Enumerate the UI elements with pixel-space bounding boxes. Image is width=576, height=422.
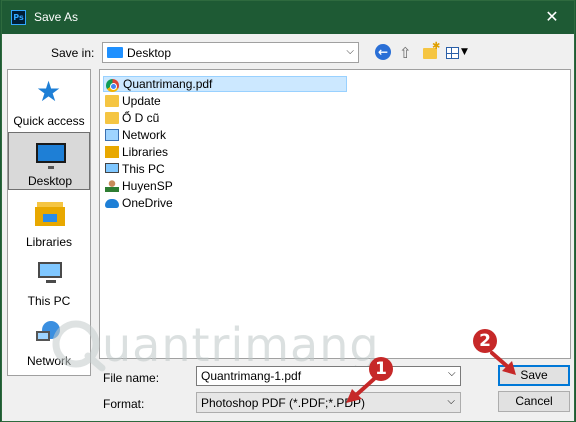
chevron-down-icon[interactable]: ⌵ [448, 368, 456, 379]
back-arrow-icon: ← [375, 44, 391, 60]
photoshop-app-icon: Ps [11, 10, 26, 25]
folder-icon [105, 95, 119, 107]
desktop-folder-icon [107, 47, 123, 58]
list-item[interactable]: Ổ D cũ [103, 110, 159, 126]
sparkle-icon: ✱ [432, 41, 441, 52]
network-icon [105, 129, 119, 141]
window-title: Save As [34, 10, 79, 24]
computer-icon [38, 262, 62, 283]
file-name: OneDrive [122, 196, 173, 210]
list-item[interactable]: Update [103, 93, 161, 109]
file-name: Network [122, 128, 167, 142]
star-icon: ★ [36, 75, 62, 108]
list-item[interactable]: OneDrive [103, 195, 173, 211]
desktop-icon [36, 143, 66, 169]
file-name-input[interactable] [196, 366, 461, 386]
back-button[interactable]: ← [375, 44, 393, 62]
libraries-icon [105, 146, 119, 158]
list-item[interactable]: Network [103, 127, 166, 143]
close-button[interactable]: ✕ [540, 7, 564, 27]
dropdown-arrow-icon: ▼ [461, 47, 468, 57]
save-in-dropdown[interactable]: Desktop ⌵ [102, 42, 359, 63]
place-this-pc[interactable]: This PC [8, 253, 90, 311]
file-name: Libraries [122, 145, 169, 159]
file-name-label: File name: [103, 371, 160, 385]
save-in-value: Desktop [127, 46, 172, 60]
title-bar: Ps Save As ✕ [2, 1, 574, 34]
file-name: This PC [122, 162, 165, 176]
place-label: Quick access [13, 114, 85, 128]
chevron-down-icon: ⌵ [447, 396, 455, 407]
annotation-arrow-1 [346, 377, 376, 403]
format-value: Photoshop PDF (*.PDF;*.PDP) [201, 396, 366, 410]
annotation-arrow-2 [490, 351, 516, 375]
view-grid-icon [446, 47, 459, 59]
folder-icon [105, 112, 119, 124]
chrome-pdf-icon [106, 79, 119, 92]
file-name: Ổ D cũ [122, 111, 160, 125]
place-label: Libraries [25, 235, 73, 249]
save-in-label: Save in: [51, 46, 95, 60]
view-menu-button[interactable]: ▼ [446, 44, 472, 62]
file-name: HuyenSP [122, 179, 173, 193]
up-folder-icon: ⇧ [399, 44, 412, 62]
cancel-button[interactable]: Cancel [498, 391, 570, 412]
list-item[interactable]: This PC [103, 161, 165, 177]
watermark-q-icon [52, 320, 106, 372]
up-one-level-button[interactable]: ⇧ [399, 44, 417, 62]
place-libraries[interactable]: Libraries [8, 194, 90, 252]
place-label: This PC [27, 294, 71, 308]
list-item[interactable]: Quantrimang.pdf [103, 76, 347, 92]
chevron-down-icon: ⌵ [346, 46, 354, 57]
place-desktop[interactable]: Desktop [8, 132, 90, 190]
place-quick-access[interactable]: ★ Quick access [8, 73, 90, 131]
file-name: Quantrimang.pdf [123, 77, 213, 91]
place-label: Desktop [27, 174, 73, 188]
format-dropdown[interactable]: Photoshop PDF (*.PDF;*.PDP) ⌵ [196, 392, 461, 413]
file-name: Update [122, 94, 161, 108]
computer-icon [105, 163, 119, 173]
libraries-icon [35, 202, 65, 226]
watermark-text: uantrimang [102, 318, 380, 372]
save-as-dialog: Ps Save As ✕ Save in: Desktop ⌵ ← ⇧ ✱ ▼ … [1, 0, 575, 422]
user-icon [105, 180, 119, 192]
list-item[interactable]: Libraries [103, 144, 168, 160]
new-folder-button[interactable]: ✱ [422, 41, 441, 62]
format-label: Format: [103, 397, 145, 411]
onedrive-icon [105, 199, 119, 208]
list-item[interactable]: HuyenSP [103, 178, 173, 194]
